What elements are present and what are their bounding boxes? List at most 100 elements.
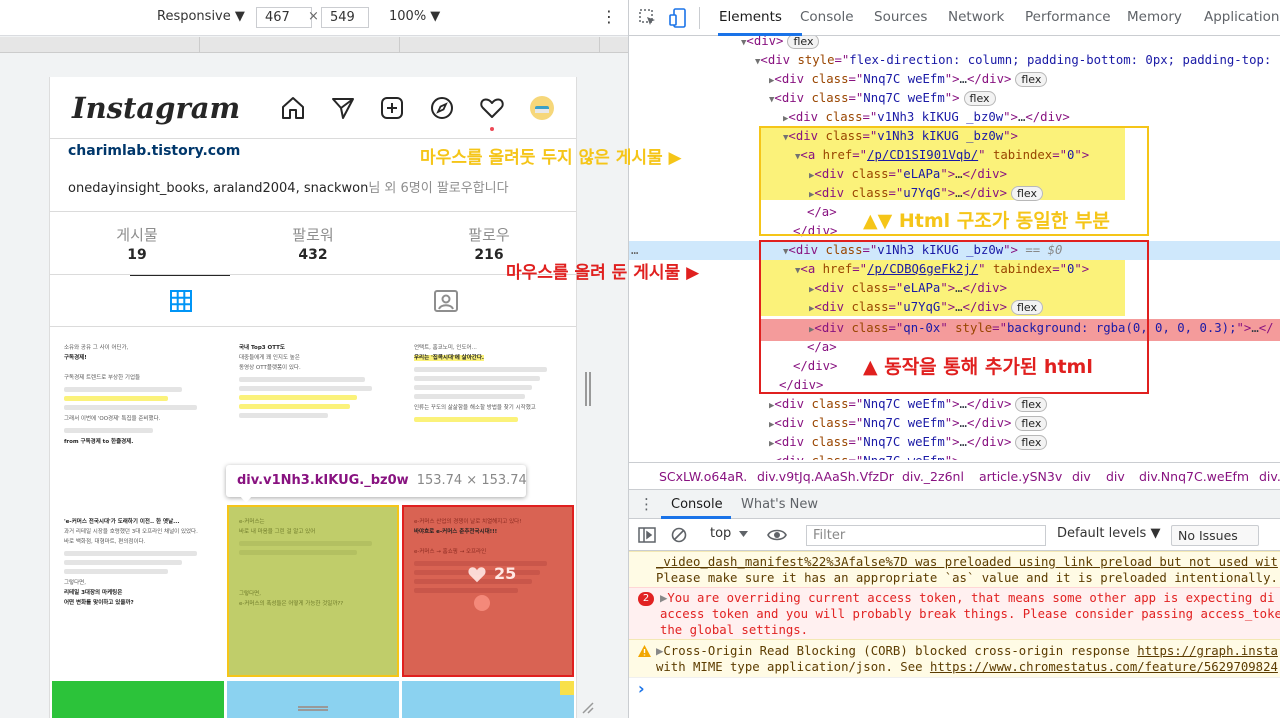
device-emulation-pane: Responsive ▼ 467 × 549 100% ▼ ⋮ Instagra…: [0, 0, 628, 718]
post-text: 구독경제 트렌드로 부상한 기업들: [64, 375, 141, 381]
dimension-separator: ×: [308, 9, 319, 24]
dom-node[interactable]: ▼<a href="/p/CD1SI901Vqb/" tabindex="0">: [629, 146, 1280, 165]
dom-node[interactable]: ▼<a href="/p/CDBQ6geFk2j/" tabindex="0">: [629, 260, 1280, 279]
dom-node[interactable]: ▶<div class="eLAPa">…</div>: [629, 279, 1280, 298]
flex-badge[interactable]: flex: [1010, 300, 1043, 315]
dom-node-selected[interactable]: … ▼<div class="v1Nh3 kIKUG _bz0w"> == $0: [629, 241, 1280, 260]
width-input[interactable]: 467: [256, 7, 312, 28]
node-attr-value[interactable]: /p/CD1SI901Vqb/: [867, 148, 978, 162]
node-attr-value: flex-direction: column; padding-bottom: …: [849, 53, 1272, 67]
post-thumbnail[interactable]: [402, 681, 574, 718]
console-filter-input[interactable]: Filter: [806, 525, 1046, 546]
post-thumbnail[interactable]: 소유와 공유 그 사이 어딘가, 구독경제! 구독경제 트렌드로 부상한 기업들 그래…: [52, 331, 224, 503]
followed-by-names[interactable]: onedayinsight_books, araland2004, snackw…: [68, 181, 368, 196]
tagged-icon[interactable]: [433, 289, 459, 313]
tab-application[interactable]: Application: [1204, 9, 1279, 25]
media-query-ruler[interactable]: [0, 37, 628, 53]
dom-node[interactable]: ▶<div class="eLAPa">…</div>: [629, 165, 1280, 184]
drawer-tab-console[interactable]: Console: [671, 497, 723, 512]
breadcrumb-item[interactable]: article.ySN3v: [979, 469, 1062, 484]
console-text[interactable]: _video_dash_manifest%22%3Afalse%7D was p…: [656, 555, 1278, 569]
post-text: 바로 내 마음을 그린 걸 알고 있어: [239, 529, 316, 535]
stat-posts: 게시물 19: [82, 224, 192, 263]
post-thumbnail-overlay-yellow[interactable]: e-커머스는 바로 내 마음을 그린 걸 알고 있어 그렇다면, e-커머스의 폭성들…: [227, 505, 399, 677]
dom-node[interactable]: ▼<div> flex: [629, 36, 1280, 51]
profile-website-link[interactable]: charimlab.tistory.com: [68, 143, 240, 159]
flex-badge[interactable]: flex: [1010, 186, 1043, 201]
post-thumbnail[interactable]: [227, 681, 399, 718]
new-post-icon[interactable]: [379, 95, 405, 121]
flex-badge[interactable]: flex: [1015, 397, 1048, 412]
breadcrumb-item[interactable]: SCxLW.o64aR.: [659, 469, 747, 484]
activity-heart-icon[interactable]: [479, 95, 505, 121]
tab-console[interactable]: Console: [800, 9, 854, 25]
grid-icon[interactable]: [169, 289, 193, 313]
post-text: 우리는 '집콕시대'에 살아간다.: [414, 355, 485, 361]
console-link[interactable]: https://www.chromestatus.com/feature/562…: [930, 660, 1278, 674]
vertical-resize-handle[interactable]: [585, 372, 591, 406]
instagram-logo[interactable]: Instagram: [72, 91, 240, 125]
drawer-menu-icon[interactable]: ⋮: [639, 495, 654, 513]
dom-node[interactable]: ▶<div class="Nnq7C weEfm">…</div> flex: [629, 414, 1280, 433]
stat-followers[interactable]: 팔로워 432: [258, 224, 368, 263]
console-prompt[interactable]: ›: [638, 679, 645, 698]
flex-badge[interactable]: flex: [787, 36, 820, 49]
breadcrumb-item[interactable]: div._2z6nl: [902, 469, 964, 484]
live-expression-eye-icon[interactable]: [767, 527, 787, 543]
post-thumbnail-hovered[interactable]: e-커머스 산업의 경쟁이 날로 치열해지고 있다! 바야흐로 e-커머스 춘추전…: [402, 505, 574, 677]
tab-elements[interactable]: Elements: [719, 9, 782, 25]
flex-badge[interactable]: flex: [1015, 72, 1048, 87]
clear-console-icon[interactable]: [671, 527, 687, 543]
flex-badge[interactable]: flex: [963, 91, 996, 106]
profile-avatar[interactable]: [529, 95, 555, 121]
console-link[interactable]: https://graph.insta: [1137, 644, 1278, 658]
more-options-icon[interactable]: ⋮: [601, 7, 617, 26]
node-attr-value: 0: [1067, 262, 1075, 276]
drawer-tab-whats-new[interactable]: What's New: [741, 497, 818, 512]
dom-node[interactable]: ▼<div class="v1Nh3 kIKUG _bz0w">: [629, 127, 1280, 146]
breadcrumb-item[interactable]: div.Nnq7C.weEfm: [1139, 469, 1249, 484]
stat-label: 게시물: [116, 226, 158, 244]
tooltip-size: 153.74 × 153.74: [416, 473, 527, 488]
flex-badge[interactable]: flex: [1015, 416, 1048, 431]
dom-node[interactable]: ▼<div style="flex-direction: column; pad…: [629, 51, 1280, 70]
dom-node[interactable]: ▶<div class="Nnq7C weEfm">…</div> flex: [629, 433, 1280, 452]
breadcrumb-item[interactable]: div.v9tJq.AAaSh.VfzDr: [757, 469, 894, 484]
tab-performance[interactable]: Performance: [1025, 9, 1111, 25]
node-attr-value[interactable]: /p/CDBQ6geFk2j/: [867, 262, 978, 276]
dom-node[interactable]: ▶<div class="u7YqG">…</div> flex: [629, 184, 1280, 203]
flex-badge[interactable]: flex: [1015, 435, 1048, 450]
device-toolbar-icon[interactable]: [669, 8, 687, 28]
zoom-select[interactable]: 100% ▼: [389, 9, 440, 24]
tab-memory[interactable]: Memory: [1127, 9, 1182, 25]
explore-icon[interactable]: [429, 95, 455, 121]
device-select[interactable]: Responsive ▼: [157, 9, 245, 24]
home-icon[interactable]: [280, 95, 306, 121]
dom-node[interactable]: ▼<div class="Nnq7C weEfm"> flex: [629, 89, 1280, 108]
inspect-element-icon[interactable]: [639, 9, 657, 27]
dom-node[interactable]: ▶<div class="v1Nh3 kIKUG _bz0w">…</div>: [629, 108, 1280, 127]
breadcrumb-item[interactable]: div: [1106, 469, 1125, 484]
post-thumbnail[interactable]: 'e-커머스 전국시대'가 도래하기 이전.. 한 옛날... 과거 리테일 시장…: [52, 505, 224, 677]
context-select[interactable]: top: [710, 526, 731, 541]
tab-sources[interactable]: Sources: [874, 9, 927, 25]
ellipsis: …: [955, 186, 963, 200]
sidebar-toggle-icon[interactable]: [638, 527, 656, 543]
dom-node[interactable]: ▶<div class="Nnq7C weEfm">…</div> flex: [629, 395, 1280, 414]
log-levels-select[interactable]: Default levels ▼: [1057, 526, 1160, 541]
tab-network[interactable]: Network: [948, 9, 1004, 25]
corner-resize-icon[interactable]: [580, 700, 594, 714]
horizontal-resize-handle[interactable]: [298, 706, 328, 711]
issues-button[interactable]: No Issues: [1171, 525, 1259, 546]
direct-message-icon[interactable]: [330, 95, 356, 121]
dom-node[interactable]: ▶<div class="u7YqG">…</div> flex: [629, 298, 1280, 317]
drawer-tabbar: ⋮ Console What's New: [629, 490, 1280, 519]
breadcrumb-item[interactable]: div: [1072, 469, 1091, 484]
breadcrumb-item[interactable]: div.v: [1259, 469, 1280, 484]
dom-node[interactable]: ▶<div class="Nnq7C weEfm">: [629, 452, 1280, 460]
dom-node-added[interactable]: ▶<div class="qn-0x" style="background: r…: [629, 319, 1280, 338]
node-attr-value: eLAPa: [903, 281, 941, 295]
dom-node[interactable]: ▶<div class="Nnq7C weEfm">…</div> flex: [629, 70, 1280, 89]
height-input[interactable]: 549: [321, 7, 369, 28]
post-thumbnail[interactable]: [52, 681, 224, 718]
